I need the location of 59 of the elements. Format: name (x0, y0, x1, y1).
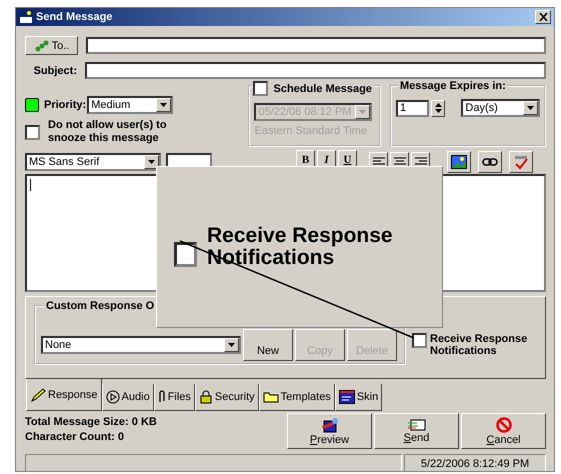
expires-number-field[interactable]: 1 (396, 100, 429, 116)
action-button[interactable]: Cancel (461, 413, 546, 449)
dropdown-arrow-icon (160, 103, 168, 107)
expires-unit-dropdown[interactable]: Day(s) (461, 99, 540, 117)
spell-check-button[interactable] (509, 150, 533, 172)
padlock-icon (198, 390, 213, 404)
stats-text: Character Count: 0 (25, 431, 126, 443)
stats-text: Total Message Size: 0 KB (25, 416, 157, 428)
to-field[interactable] (86, 37, 546, 54)
window-title: Send Message (36, 11, 114, 23)
dropdown-arrow-icon (359, 110, 366, 114)
response-button[interactable]: New (243, 329, 293, 361)
close-icon (538, 13, 548, 21)
dropdown-arrow-icon (527, 106, 534, 110)
cancel-icon (496, 416, 512, 432)
up-arrow-icon (434, 103, 442, 107)
subject-label: Subject: (32, 64, 77, 76)
subject-field[interactable] (85, 62, 546, 79)
receive-notifications-checkbox[interactable] (412, 333, 427, 348)
receive-notifications-label: Receive Response Notifications (430, 333, 528, 357)
spin-button[interactable] (431, 100, 446, 116)
play-icon (106, 390, 120, 404)
window-icon (338, 390, 355, 404)
pencil-icon (30, 388, 46, 402)
folder-icon (262, 391, 279, 403)
image-icon (451, 154, 467, 168)
insert-link-button[interactable] (478, 150, 502, 172)
expires-label: Message Expires in: (398, 80, 508, 92)
tab[interactable]: Files (154, 384, 195, 411)
status-time: 5/22/2006 8:12:49 PM (404, 454, 546, 471)
custom-response-label: Custom Response O (44, 300, 156, 312)
people-icon (34, 40, 50, 52)
check-mark-icon (513, 154, 529, 170)
tab[interactable]: Templates (258, 384, 335, 411)
schedule-label: Schedule Message (273, 82, 372, 94)
priority-dropdown[interactable]: Medium (87, 96, 174, 114)
close-button[interactable] (535, 10, 551, 24)
tab[interactable]: Audio (102, 384, 154, 411)
app-icon (19, 10, 33, 24)
action-button[interactable]: Preview (287, 413, 372, 449)
insert-image-button[interactable] (447, 150, 471, 172)
chain-link-icon (482, 158, 498, 166)
tab[interactable]: Skin (334, 384, 382, 411)
to-button[interactable]: To.. (25, 36, 78, 55)
snooze-checkbox[interactable] (25, 124, 40, 140)
snooze-label: Do not allow user(s) to snooze this message (48, 119, 168, 145)
tab[interactable]: Security (194, 384, 259, 411)
envelope-icon (408, 418, 426, 430)
priority-label: Priority: (44, 99, 86, 111)
custom-response-dropdown[interactable]: None (41, 336, 241, 354)
schedule-checkbox[interactable] (253, 81, 268, 96)
action-button[interactable]: Send (374, 413, 459, 449)
preview-icon (320, 416, 338, 432)
dropdown-arrow-icon (228, 343, 235, 347)
font-dropdown[interactable]: MS Sans Serif (25, 152, 161, 170)
paperclip-icon (158, 390, 166, 404)
down-arrow-icon (434, 109, 442, 113)
tab[interactable]: Response (26, 379, 102, 411)
dropdown-arrow-icon (148, 160, 155, 164)
